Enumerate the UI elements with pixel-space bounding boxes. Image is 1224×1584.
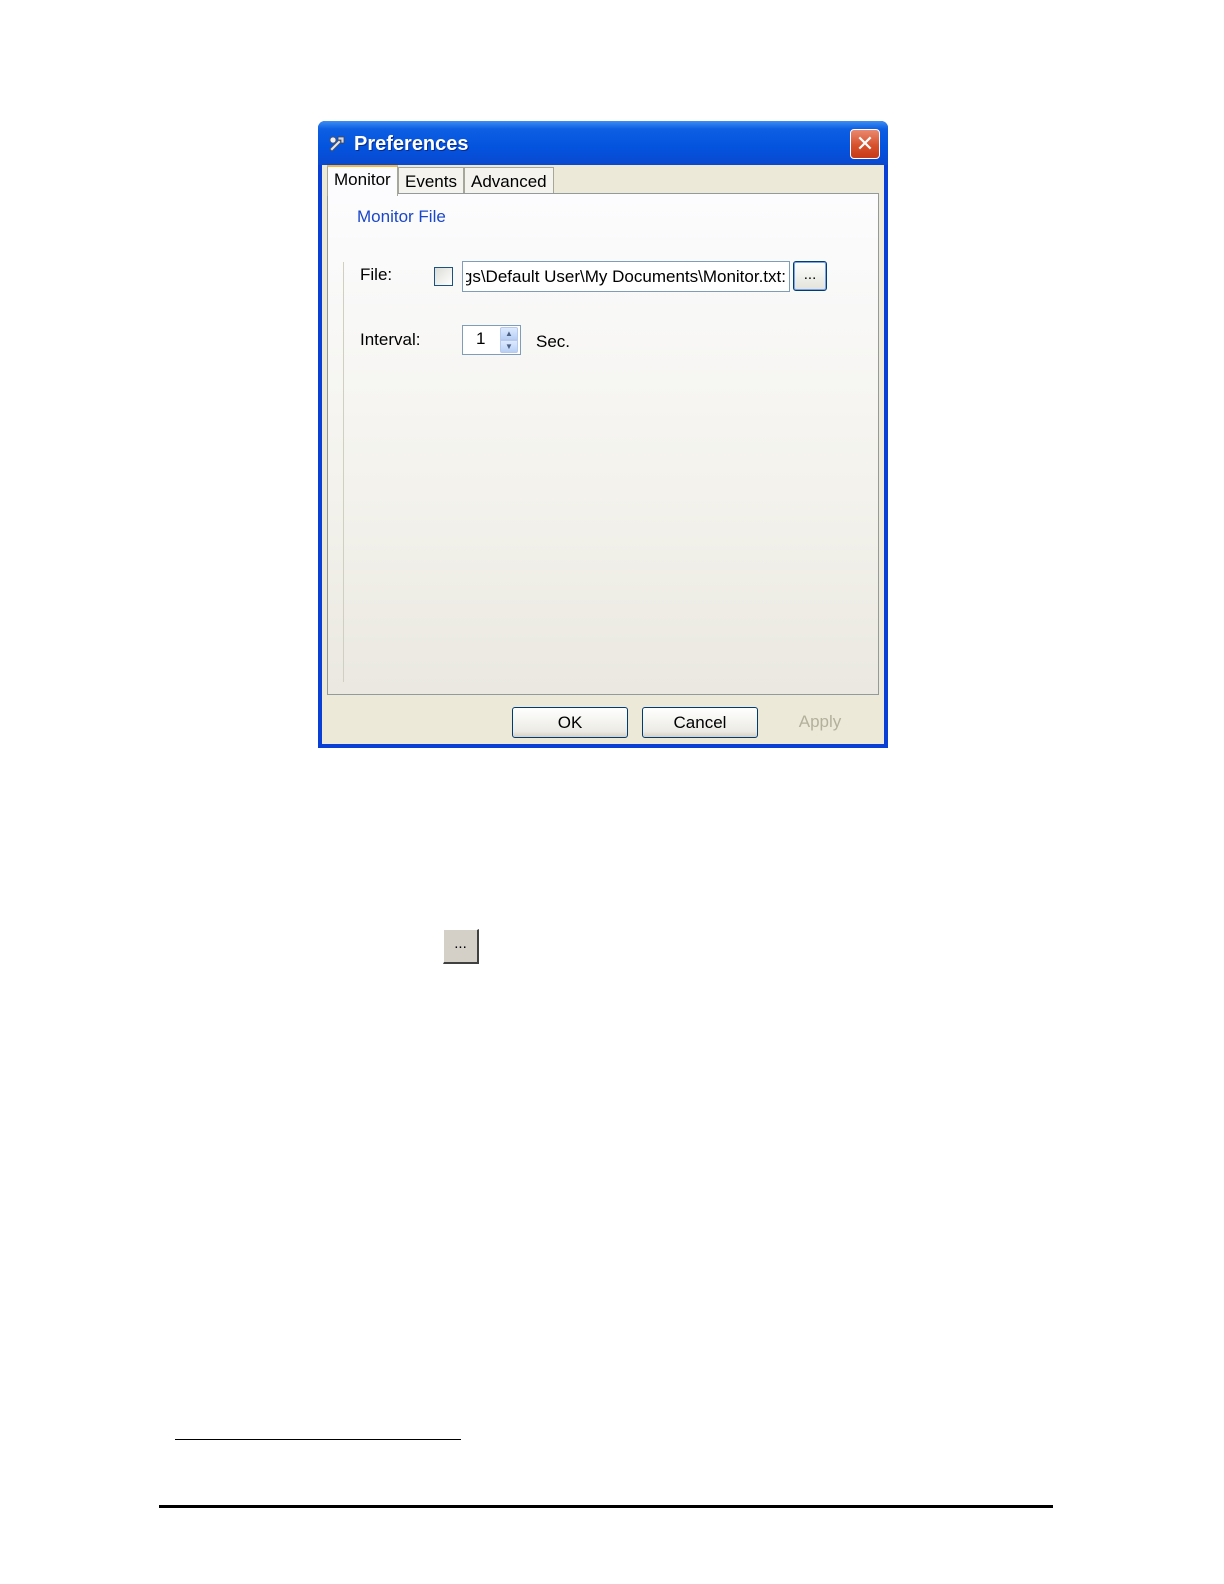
interval-unit-label: Sec. [536,332,571,351]
footnote-separator [175,1439,461,1440]
tab-events[interactable]: Events [398,167,464,195]
dialog-client-area: Monitor Events Advanced Monitor File Fil… [322,165,884,744]
tab-advanced[interactable]: Advanced [464,167,554,195]
preferences-dialog: Preferences ✕ Monitor Events Advanced Mo… [318,121,888,748]
interval-label: Interval: [360,330,421,349]
close-button[interactable]: ✕ [850,129,880,159]
cancel-button[interactable]: Cancel [642,707,758,738]
page-footer-rule [159,1505,1053,1508]
ok-button[interactable]: OK [512,707,628,738]
group-divider [343,262,344,682]
preferences-app-icon [329,136,345,152]
file-path-input[interactable] [462,261,790,292]
spin-up-arrow-icon[interactable]: ▲ [500,327,518,340]
interval-spinner[interactable]: 1 ▲ ▼ [462,325,521,355]
tab-monitor[interactable]: Monitor [327,165,398,196]
apply-button: Apply [798,712,842,731]
document-browse-button-image: ... [443,929,479,964]
monitor-file-group-title: Monitor File [357,207,446,226]
monitor-tab-panel: Monitor File File: ... Interval: 1 ▲ ▼ S… [327,193,879,695]
title-bar[interactable]: Preferences ✕ [318,121,888,165]
spin-down-arrow-icon[interactable]: ▼ [500,340,518,353]
browse-button[interactable]: ... [793,261,827,291]
monitor-file-checkbox[interactable] [434,267,453,286]
dialog-title: Preferences [354,133,469,155]
interval-value[interactable]: 1 [476,329,485,349]
file-label: File: [360,265,393,284]
